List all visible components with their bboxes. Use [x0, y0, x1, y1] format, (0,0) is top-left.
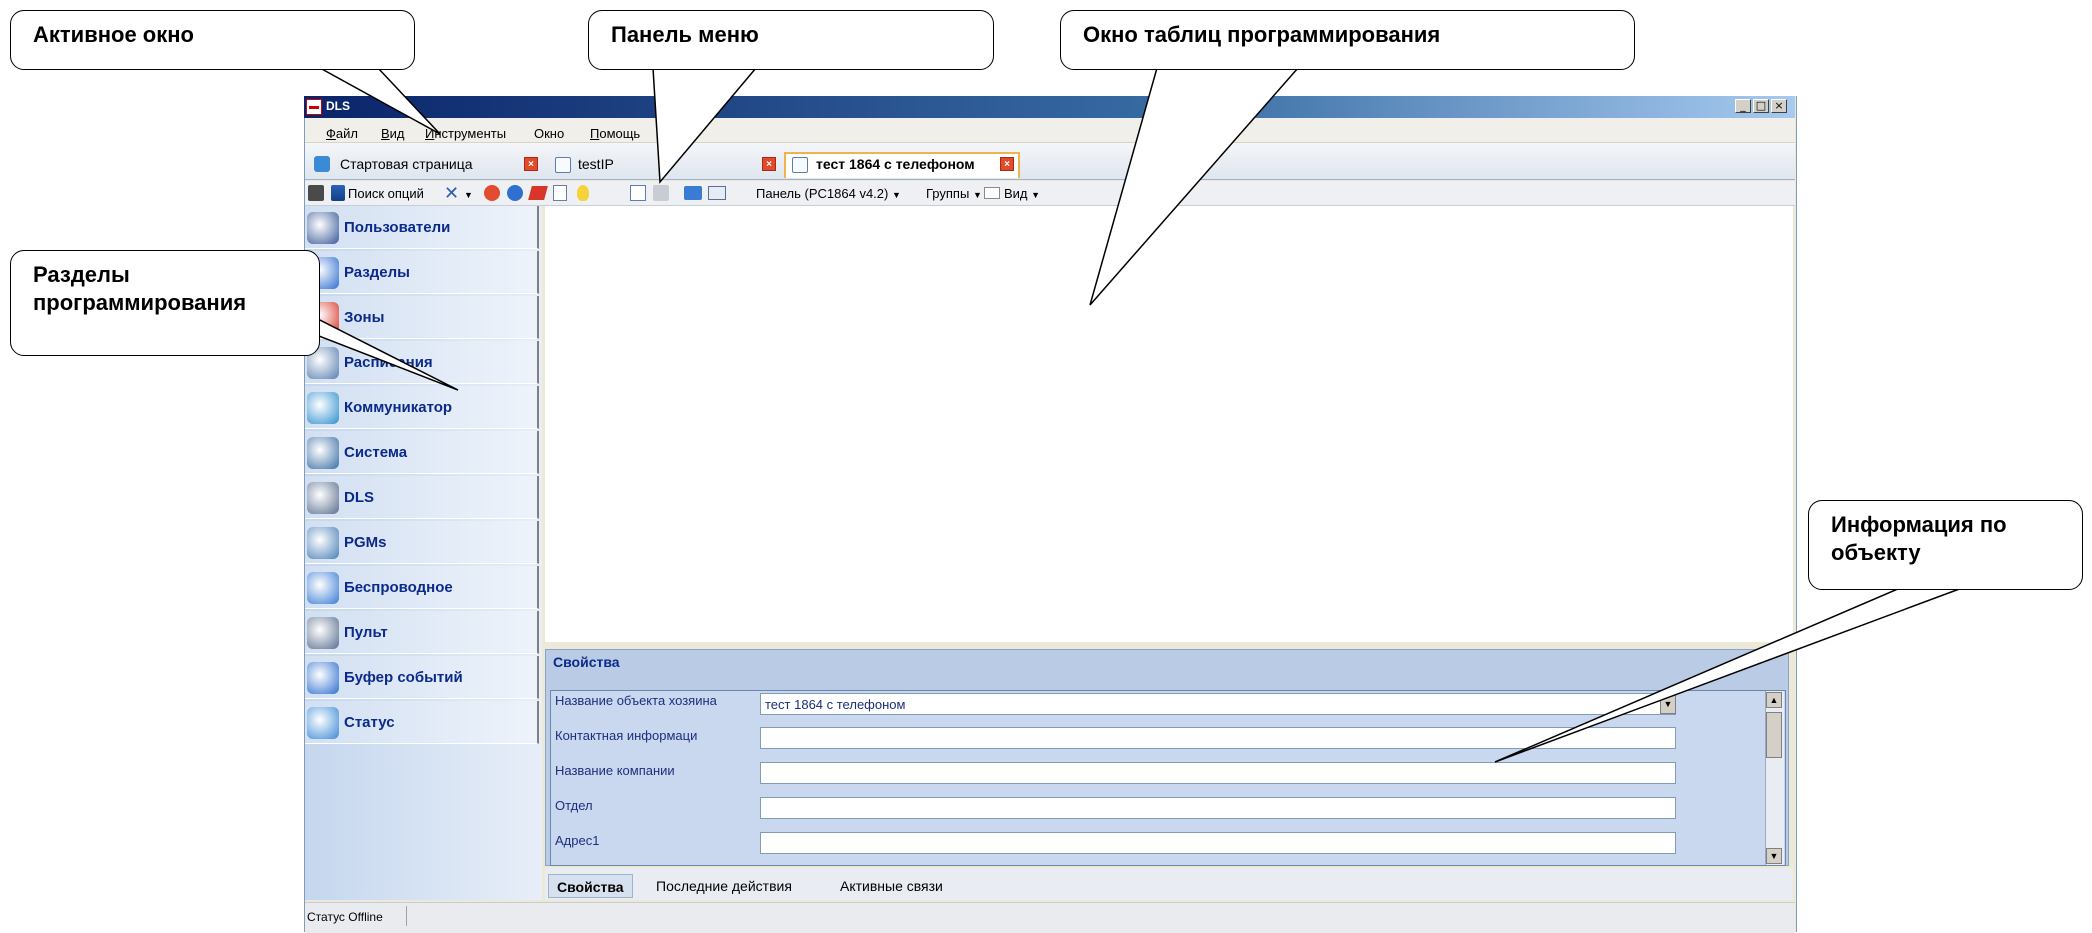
callout-sections: Разделы программирования [10, 250, 320, 356]
callout-menu-panel: Панель меню [588, 10, 994, 70]
callout-active-window: Активное окно [10, 10, 415, 70]
callout-object-info: Информация по объекту [1808, 500, 2083, 590]
pointer-active-window [319, 67, 441, 135]
pointer-object-info [1494, 587, 1963, 763]
callout-tables-window: Окно таблиц программирования [1060, 10, 1635, 70]
pointer-tables-window [1089, 67, 1300, 306]
callout-pointers [251, 65, 1963, 763]
pointer-menu-panel [652, 67, 758, 184]
